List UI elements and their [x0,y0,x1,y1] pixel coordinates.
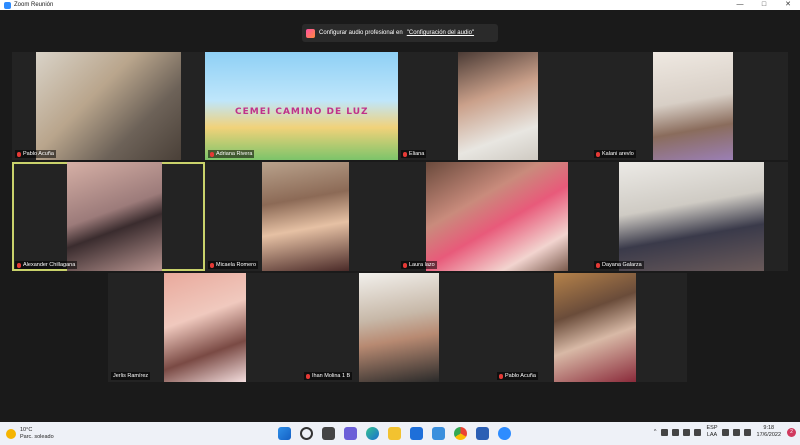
video-tile[interactable]: CEMEI CAMINO DE LUZ Adriana Rivera [205,52,398,160]
weather-widget[interactable]: 10°C Parc. soleado [6,427,54,441]
participant-name: Kalani arevlo [602,151,634,157]
muted-mic-icon [403,262,407,268]
notification-badge[interactable]: 2 [787,427,796,437]
participant-name: Eliana [409,151,425,157]
zoom-app-icon [4,1,11,9]
banner-text: Configurar audio profesional en [319,30,403,36]
mail-icon[interactable] [410,427,423,440]
weather-desc: Parc. soleado [20,433,54,440]
virtual-background-text: CEMEI CAMINO DE LUZ [235,107,369,117]
participant-name: Ihan Molina 1 B [312,373,351,379]
chrome-icon[interactable] [454,427,467,440]
participant-name: Adriana Rivera [216,151,253,157]
muted-mic-icon [17,262,21,268]
video-tile[interactable]: Eliana [398,52,591,160]
tray-app-icon[interactable] [682,428,690,436]
edge-browser-icon[interactable] [366,427,379,440]
video-tile[interactable]: Pablo Acuña [12,52,205,160]
participant-video [164,273,246,382]
search-icon[interactable] [300,427,313,440]
muted-mic-icon [17,151,21,157]
participant-video [426,162,568,271]
participant-name: Micaela Romero [216,262,257,268]
muted-mic-icon [596,262,600,268]
participant-video [262,162,349,271]
language-code: ESP [706,425,718,431]
zoom-taskbar-icon[interactable] [498,427,511,440]
audio-settings-link[interactable]: "Configuración del audio" [407,30,474,36]
window-title: Zoom Reunión [14,2,54,8]
muted-mic-icon [596,151,600,157]
participant-video [554,273,636,382]
task-view-icon[interactable] [322,427,335,440]
window-controls: — □ ✕ [728,0,800,10]
keyboard-layout: LAA [706,432,718,438]
title-bar: Zoom Reunión — □ ✕ [0,0,800,10]
video-tile[interactable]: Micaela Romero [205,162,398,271]
participant-name: Jerlis Ramírez [113,373,149,379]
tray-overflow-chevron-icon[interactable]: ^ [654,429,657,435]
clock-date: 17/6/2022 [756,432,781,438]
language-indicator[interactable]: ESP LAA [707,425,718,439]
taskbar-apps [278,427,520,440]
video-tile[interactable]: Ihan Molina 1 B [301,273,494,382]
audio-icon [306,28,315,38]
file-explorer-icon[interactable] [388,427,401,440]
zoom-window: Zoom Reunión — □ ✕ Configurar audio prof… [0,0,800,422]
audio-setup-banner: Configurar audio profesional en "Configu… [302,24,498,42]
video-tile-active-speaker[interactable]: Alexander Chillagana [12,162,205,271]
video-tile[interactable]: Kalani arevlo [591,52,788,160]
participant-video [36,52,181,160]
participant-video [67,162,162,271]
word-icon[interactable] [476,427,489,440]
tray-app-icon[interactable] [660,428,668,436]
microphone-icon[interactable] [693,428,701,436]
video-tile[interactable]: Pablo Acuña [494,273,687,382]
volume-icon[interactable] [732,428,740,436]
participant-video [653,52,733,160]
participant-video [619,162,764,271]
participant-name: Laura lazo [409,262,435,268]
windows-taskbar: 10°C Parc. soleado ^ ESP LAA 9:18 17/6/2… [0,422,800,445]
chat-icon[interactable] [344,427,357,440]
close-button[interactable]: ✕ [776,0,800,10]
tray-app-icon[interactable] [671,428,679,436]
partly-sunny-icon [6,428,16,439]
participant-video [205,52,398,160]
system-tray: ^ ESP LAA 9:18 17/6/2022 2 [654,425,796,439]
participant-video [458,52,538,160]
wifi-icon[interactable] [721,428,729,436]
muted-mic-icon [210,151,214,157]
muted-mic-icon [499,373,503,379]
clock-time: 9:18 [763,425,775,431]
battery-icon[interactable] [743,428,751,436]
weather-temp: 10°C [20,426,33,433]
muted-mic-icon [403,151,407,157]
windows-start-icon[interactable] [278,427,291,440]
muted-mic-icon [210,262,214,268]
video-tile[interactable]: Laura lazo [398,162,591,271]
participant-name: Alexander Chillagana [23,262,76,268]
participant-video [359,273,439,382]
video-tile[interactable]: Jerlis Ramírez [108,273,301,382]
video-tile[interactable]: Dayana Galarza [591,162,788,271]
minimize-button[interactable]: — [728,0,752,10]
maximize-button[interactable]: □ [752,0,776,10]
participant-name: Dayana Galarza [602,262,642,268]
clock[interactable]: 9:18 17/6/2022 [757,425,781,439]
participant-name: Pablo Acuña [23,151,54,157]
participant-name: Pablo Acuña [505,373,536,379]
muted-mic-icon [306,373,310,379]
photos-icon[interactable] [432,427,445,440]
